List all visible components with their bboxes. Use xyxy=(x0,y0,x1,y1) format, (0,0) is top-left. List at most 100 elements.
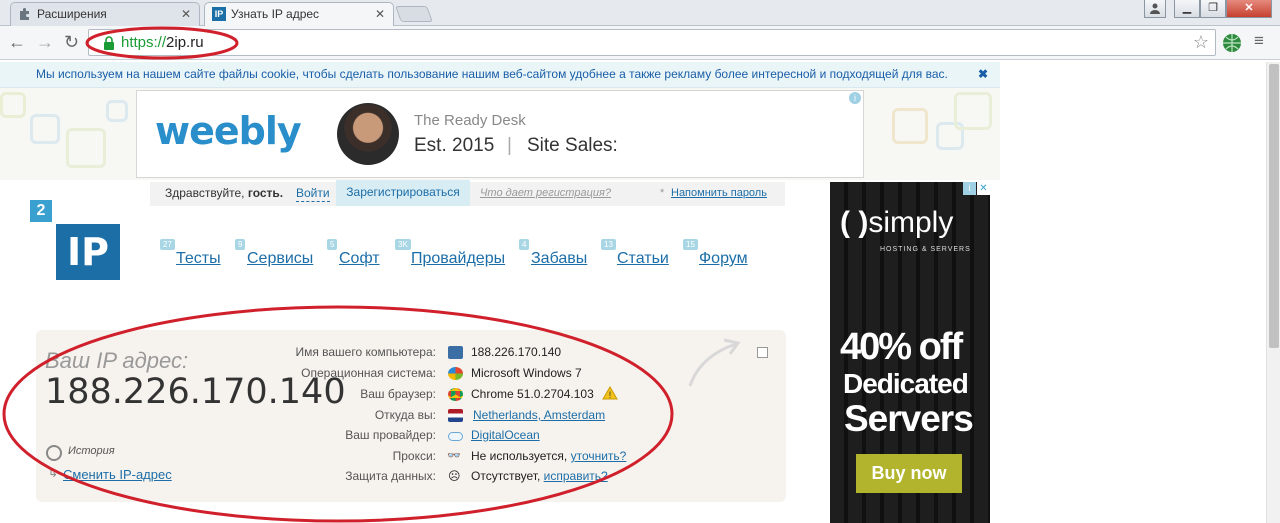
location-link[interactable]: Netherlands, Amsterdam xyxy=(473,408,605,422)
row-label: Ваш браузер: xyxy=(360,387,436,401)
cookie-text: Мы используем на нашем сайте файлы cooki… xyxy=(36,67,948,81)
why-register-link[interactable]: Что дает регистрация? xyxy=(480,182,611,204)
row-label: Прокси: xyxy=(392,449,436,463)
simply-logo: ( )simply xyxy=(840,206,954,239)
browser-value: Chrome 51.0.2704.103 xyxy=(471,387,594,401)
ad-est: Est. 2015 xyxy=(414,135,495,156)
remind-password-link[interactable]: Напомнить пароль xyxy=(671,182,767,204)
forward-icon[interactable]: → xyxy=(36,32,54,52)
cookie-notice: Мы используем на нашем сайте файлы cooki… xyxy=(0,62,1000,88)
row-label: Операционная система: xyxy=(301,366,436,380)
close-window-button[interactable]: ✕ xyxy=(1226,0,1272,18)
buy-now-button[interactable]: Buy now xyxy=(856,454,962,493)
curved-arrow-icon xyxy=(688,338,741,387)
globe-extension-icon[interactable] xyxy=(1222,33,1242,53)
nav-providers[interactable]: Провайдеры xyxy=(411,250,505,268)
scrollbar-thumb[interactable] xyxy=(1269,64,1279,348)
flag-nl-icon xyxy=(448,409,463,422)
annotation-ellipse xyxy=(85,26,239,60)
change-ip-link[interactable]: Сменить IP-адрес xyxy=(63,467,172,482)
checkbox[interactable] xyxy=(757,347,768,358)
ad-info-icon[interactable]: i xyxy=(849,92,861,104)
tab-title: Узнать IP адрес xyxy=(231,7,320,21)
history-icon xyxy=(46,445,62,461)
login-bar: Здравствуйте, гость. Войти Зарегистриров… xyxy=(150,180,785,206)
row-label: Имя вашего компьютера: xyxy=(295,345,436,359)
computer-icon xyxy=(448,346,463,359)
register-button[interactable]: Зарегистрироваться xyxy=(336,180,470,206)
minimize-button[interactable]: ▁ xyxy=(1174,0,1200,18)
ad-offer-line2: Dedicated xyxy=(843,368,969,399)
ad-offer: 40% off xyxy=(840,326,963,368)
nav-badge: 15 xyxy=(683,239,698,250)
chrome-icon xyxy=(448,388,463,401)
scrollbar[interactable] xyxy=(1266,62,1280,523)
nav-badge: 27 xyxy=(160,239,175,250)
nav-soft[interactable]: Софт xyxy=(339,250,380,268)
ad-subtitle: HOSTING & SERVERS xyxy=(880,246,971,253)
close-icon[interactable]: ✖ xyxy=(978,62,988,86)
ad-divider: | xyxy=(507,135,512,156)
greeting: Здравствуйте, гость. xyxy=(165,186,284,200)
logo-small: 2 xyxy=(30,200,52,222)
tab-extensions[interactable]: Расширения ✕ xyxy=(10,2,200,26)
os-value: Microsoft Windows 7 xyxy=(471,366,582,380)
site-logo[interactable]: IP xyxy=(56,224,120,280)
nav-badge: 13 xyxy=(601,239,616,250)
nav-badge: 4 xyxy=(519,239,530,250)
history-link[interactable]: История xyxy=(68,445,115,457)
nav-fun[interactable]: Забавы xyxy=(531,250,587,268)
nav-tests[interactable]: Тесты xyxy=(176,250,221,268)
simply-ad[interactable]: i ✕ ( )simply HOSTING & SERVERS 40% off … xyxy=(830,182,990,523)
nav-articles[interactable]: Статьи xyxy=(617,250,669,268)
proxy-value: Не используется, уточнить? xyxy=(471,449,627,463)
nav-services[interactable]: Сервисы xyxy=(247,250,313,268)
ad-close-icon[interactable]: ✕ xyxy=(977,182,990,195)
login-link[interactable]: Войти xyxy=(296,185,330,202)
ip-heading: Ваш IP адрес: xyxy=(45,348,189,373)
row-label: Ваш провайдер: xyxy=(345,428,436,442)
nav-badge: 5 xyxy=(327,239,338,250)
browser-toolbar: ← → ↻ https://2ip.ru ☆ ≡ xyxy=(0,26,1280,60)
puzzle-icon xyxy=(20,8,29,20)
back-icon[interactable]: ← xyxy=(8,32,26,52)
ip-favicon-icon: IP xyxy=(212,7,226,21)
computer-name: 188.226.170.140 xyxy=(471,345,562,359)
weebly-logo: weebly xyxy=(155,109,302,153)
warning-icon[interactable]: ! xyxy=(602,386,618,400)
row-label: Защита данных: xyxy=(345,469,436,483)
nav-forum[interactable]: Форум xyxy=(699,250,748,268)
nav-badge: 9 xyxy=(235,239,246,250)
user-icon[interactable] xyxy=(1144,0,1166,18)
tab-title: Расширения xyxy=(37,7,107,21)
ad-sales: Site Sales: xyxy=(527,135,618,156)
maximize-button[interactable]: ❐ xyxy=(1200,0,1226,18)
ad-offer-line3: Servers xyxy=(844,398,974,439)
provider-link[interactable]: DigitalOcean xyxy=(471,428,540,442)
fix-link[interactable]: исправить? xyxy=(544,469,608,483)
ad-line1: The Ready Desk xyxy=(414,112,526,129)
svg-text:!: ! xyxy=(609,390,612,400)
close-tab-icon[interactable]: ✕ xyxy=(375,3,385,25)
smiley-icon: ☹ xyxy=(448,469,461,483)
close-tab-icon[interactable]: ✕ xyxy=(181,3,191,25)
asterisk: * xyxy=(660,187,665,199)
star-icon[interactable]: ☆ xyxy=(1193,32,1209,53)
avatar xyxy=(337,103,399,165)
new-tab-button[interactable] xyxy=(395,6,433,22)
protection-value: Отсутствует, исправить? xyxy=(471,469,608,483)
glasses-icon: 👓 xyxy=(447,450,461,462)
ad-info-icon[interactable]: i xyxy=(963,182,976,195)
info-labels: Имя вашего компьютера: Операционная сист… xyxy=(236,345,436,485)
nav-badge: 3K xyxy=(395,239,411,250)
weebly-ad[interactable]: weebly The Ready Desk Est. 2015 | Site S… xyxy=(136,90,864,178)
cloud-icon xyxy=(448,432,463,441)
arrow-icon: ↳ xyxy=(48,466,59,480)
address-bar[interactable]: https://2ip.ru ☆ xyxy=(88,29,1216,56)
row-label: Откуда вы: xyxy=(374,408,436,422)
reload-icon[interactable]: ↻ xyxy=(64,32,79,52)
clarify-link[interactable]: уточнить? xyxy=(571,449,627,463)
tab-strip: Расширения ✕ IP Узнать IP адрес ✕ ▁ ❐ ✕ xyxy=(0,0,1280,26)
menu-icon[interactable]: ≡ xyxy=(1254,31,1264,51)
tab-ip[interactable]: IP Узнать IP адрес ✕ xyxy=(204,2,394,26)
